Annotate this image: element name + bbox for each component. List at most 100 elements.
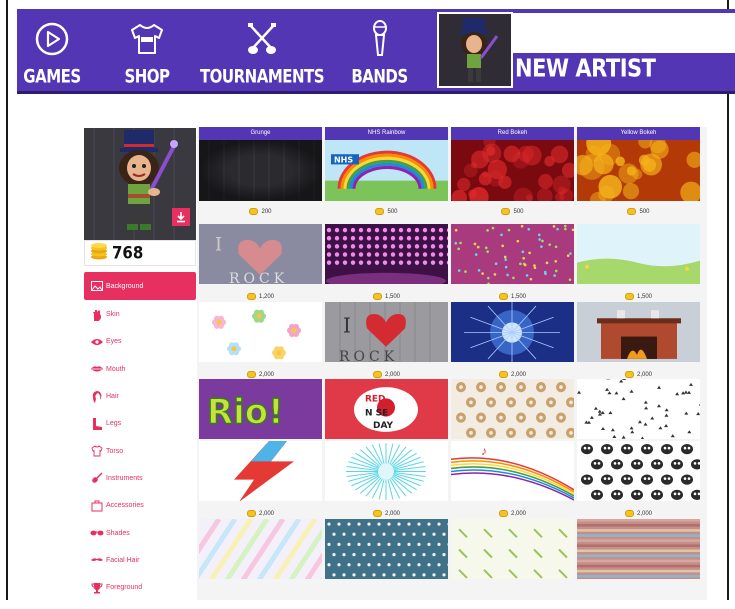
item-price-value: 2,000	[384, 510, 400, 517]
menu-item-background[interactable]: Background	[84, 272, 196, 300]
menu-item-label: Background	[106, 282, 144, 290]
background-item-stage[interactable]: 1,500	[325, 224, 448, 314]
coin-icon	[627, 208, 637, 215]
item-thumbnail	[451, 140, 574, 201]
background-item-pinkdots[interactable]: 1,500	[451, 224, 574, 314]
item-thumbnail	[577, 519, 700, 579]
boot-icon	[90, 417, 104, 431]
item-price: 500	[325, 205, 448, 218]
item-price-value: 2,000	[510, 371, 526, 378]
coin-icon	[498, 510, 508, 517]
background-item-redbokeh[interactable]: Red Bokeh 500	[451, 127, 574, 217]
item-thumbnail	[451, 224, 574, 284]
item-title: NHS Rainbow	[325, 127, 448, 140]
coin-icon	[624, 510, 634, 517]
coin-icon	[624, 371, 634, 378]
category-menu: Background Skin Eyes Mouth Hair Legs Torso Inst…	[84, 272, 196, 601]
item-thumbnail: Rio!	[199, 379, 322, 439]
trophy-icon	[90, 581, 104, 595]
background-item-burst[interactable]: 2,000	[325, 441, 448, 531]
item-price: 500	[577, 205, 700, 218]
shirt-icon	[90, 444, 104, 458]
background-item-meadow[interactable]: 1,500	[577, 224, 700, 314]
eye-icon	[90, 335, 104, 349]
nav-bands[interactable]: BANDS	[351, 9, 408, 91]
background-item-bolt[interactable]: 2,000	[199, 441, 322, 531]
menu-item-label: Mouth	[106, 365, 126, 373]
image-icon	[90, 279, 104, 293]
menu-item-mouth[interactable]: Mouth	[84, 356, 196, 383]
menu-item-accessories[interactable]: Accessories	[84, 492, 196, 519]
item-thumbnail	[199, 519, 322, 579]
item-thumbnail: NHS	[325, 140, 448, 201]
svg-text:ROCK: ROCK	[229, 271, 288, 284]
svg-text:RED: RED	[365, 394, 386, 404]
item-grid: Grunge 200 NHS NHS Rainbow 500 Red Bokeh 500 Ye…	[197, 127, 707, 600]
artist-avatar[interactable]	[437, 12, 513, 88]
coin-icon	[372, 371, 382, 378]
menu-item-label: Shades	[106, 529, 130, 537]
coin-icon	[375, 208, 385, 215]
hand-icon	[90, 308, 104, 322]
item-thumbnail	[577, 441, 700, 501]
coin-balance: 768	[84, 240, 196, 266]
item-price: 500	[451, 205, 574, 218]
item-title: Yellow Bokeh	[577, 127, 700, 140]
nav-shop[interactable]: SHOP	[122, 9, 172, 91]
svg-text:Rio!: Rio!	[207, 392, 284, 432]
nav-games-label: GAMES	[23, 64, 81, 88]
background-item-pastel[interactable]	[199, 519, 322, 609]
menu-item-label: Skin	[106, 311, 120, 319]
microphone-icon	[360, 19, 400, 59]
item-price-value: 500	[513, 208, 524, 215]
item-price-value: 2,000	[636, 510, 652, 517]
svg-text:♪: ♪	[481, 444, 487, 458]
play-circle-icon	[32, 19, 72, 59]
menu-item-foreground[interactable]: Foreground	[84, 574, 196, 601]
hair-icon	[90, 390, 104, 404]
menu-item-label: Instruments	[106, 474, 143, 482]
item-thumbnail	[577, 140, 700, 201]
background-item-dots[interactable]	[325, 519, 448, 609]
menu-item-torso[interactable]: Torso	[84, 437, 196, 464]
menu-item-legs[interactable]: Legs	[84, 410, 196, 437]
menu-item-shades[interactable]: Shades	[84, 519, 196, 546]
background-item-notes[interactable]: ♪ 2,000	[451, 441, 574, 531]
menu-item-facial-hair[interactable]: Facial Hair	[84, 547, 196, 574]
item-price-value: 500	[387, 208, 398, 215]
background-item-heartrock[interactable]: I ROCK 1,200	[199, 224, 322, 314]
item-thumbnail: RED N SE DAY	[325, 379, 448, 439]
bag-icon	[90, 499, 104, 513]
artist-name: NEW ARTIST	[515, 53, 656, 83]
background-item-nhs[interactable]: NHS NHS Rainbow 500	[325, 127, 448, 217]
menu-item-label: Hair	[106, 393, 119, 401]
item-thumbnail: I ROCK	[199, 224, 322, 284]
coin-icon	[501, 208, 511, 215]
coin-icon	[246, 293, 256, 300]
sunglasses-icon	[90, 526, 104, 540]
background-item-yellowbokeh[interactable]: Yellow Bokeh 500	[577, 127, 700, 217]
nav-games[interactable]: GAMES	[23, 9, 81, 91]
item-price-value: 1,200	[258, 293, 274, 300]
menu-item-hair[interactable]: Hair	[84, 383, 196, 410]
menu-item-eyes[interactable]: Eyes	[84, 328, 196, 355]
item-thumbnail	[577, 302, 700, 362]
nav-tournaments[interactable]: TOURNAMENTS	[200, 9, 325, 91]
background-item-stripes[interactable]	[577, 519, 700, 609]
item-price-value: 2,000	[510, 510, 526, 517]
menu-item-label: Torso	[106, 447, 124, 455]
menu-item-instruments[interactable]: Instruments	[84, 465, 196, 492]
menu-item-label: Legs	[106, 420, 122, 428]
svg-text:NHS: NHS	[334, 155, 353, 164]
artist-name-field[interactable]	[513, 13, 735, 53]
coin-icon	[372, 293, 382, 300]
menu-item-label: Foreground	[106, 584, 143, 592]
svg-text:ROCK: ROCK	[339, 349, 398, 362]
background-item-skulls[interactable]: 2,000	[577, 441, 700, 531]
download-button[interactable]	[172, 208, 190, 226]
background-item-guitars[interactable]	[451, 519, 574, 609]
item-title: Grunge	[199, 127, 322, 140]
background-item-grunge[interactable]: Grunge 200	[199, 127, 322, 217]
menu-item-skin[interactable]: Skin	[84, 301, 196, 328]
coin-icon	[498, 293, 508, 300]
